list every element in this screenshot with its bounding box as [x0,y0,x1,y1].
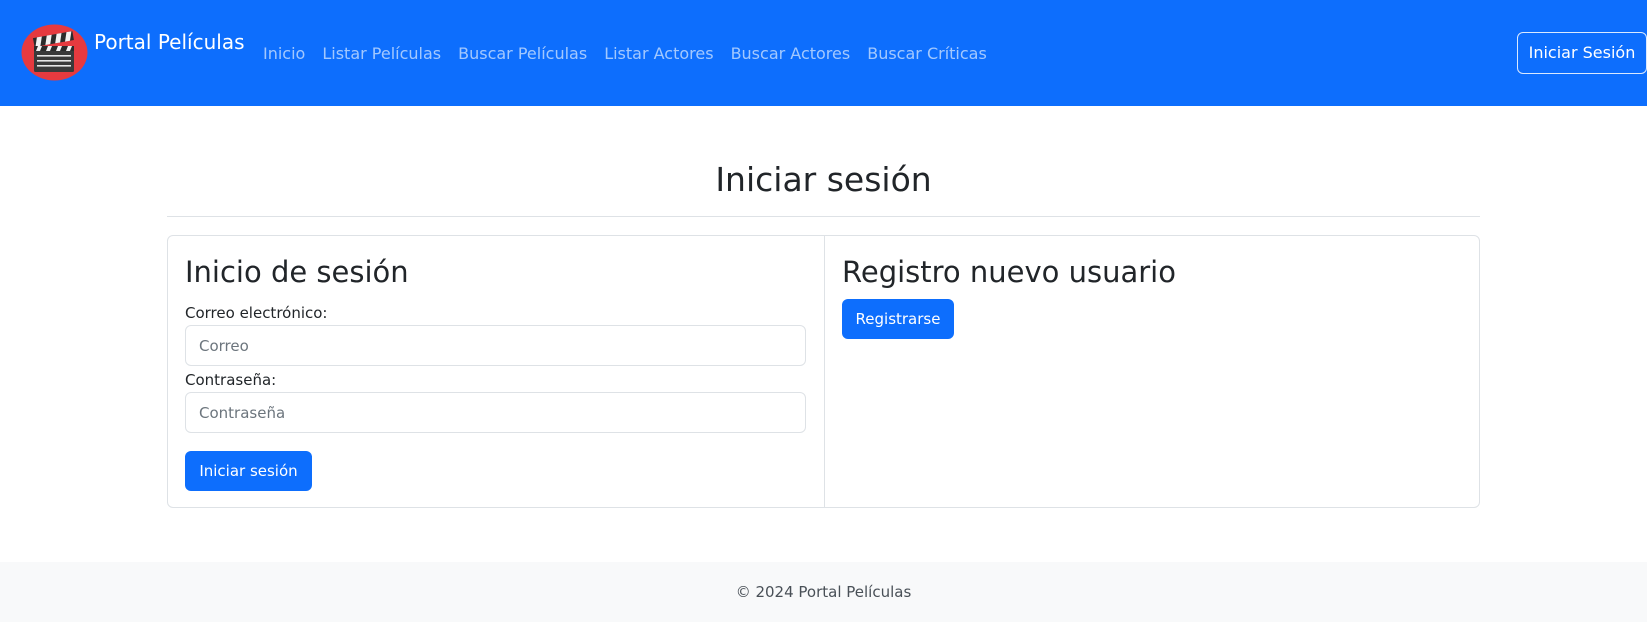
nav-link-inicio[interactable]: Inicio [263,41,305,67]
nav-link-buscar-criticas[interactable]: Buscar Críticas [867,41,987,67]
column-divider [824,236,825,507]
login-section-title: Inicio de sesión [185,255,409,289]
register-section-title: Registro nuevo usuario [842,255,1176,289]
title-divider [167,216,1480,217]
nav-login-button[interactable]: Iniciar Sesión [1517,32,1647,74]
nav-link-listar-actores[interactable]: Listar Actores [604,41,713,67]
email-label: Correo electrónico: [185,304,328,322]
password-field[interactable] [185,392,806,433]
main-nav: Inicio Listar Películas Buscar Películas… [263,41,987,67]
password-label: Contraseña: [185,371,277,389]
auth-card: Inicio de sesión Correo electrónico: Con… [167,235,1480,508]
register-button[interactable]: Registrarse [842,299,954,339]
nav-link-buscar-actores[interactable]: Buscar Actores [731,41,851,67]
nav-link-buscar-peliculas[interactable]: Buscar Películas [458,41,587,67]
footer-copyright: © 2024 Portal Películas [735,583,912,601]
footer: © 2024 Portal Películas [0,562,1647,622]
brand-name[interactable]: Portal Películas [94,28,245,56]
email-field[interactable] [185,325,806,366]
top-navbar: Portal Películas Inicio Listar Películas… [0,0,1647,106]
page-title: Iniciar sesión [715,160,932,199]
login-submit-button[interactable]: Iniciar sesión [185,451,312,491]
clapperboard-icon[interactable] [21,24,88,81]
nav-link-listar-peliculas[interactable]: Listar Películas [322,41,441,67]
